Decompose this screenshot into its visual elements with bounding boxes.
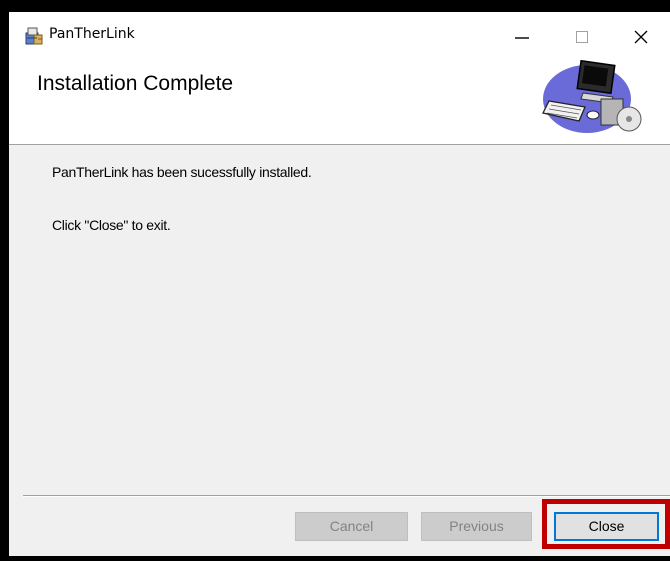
- installer-window: PanTherLink Installation Complete PanThe…: [9, 12, 670, 556]
- page-title: Installation Complete: [37, 72, 234, 95]
- cancel-button[interactable]: Cancel: [295, 512, 408, 541]
- footer-divider: [23, 495, 670, 497]
- computer-cd-icon: [539, 57, 645, 137]
- previous-button[interactable]: Previous: [421, 512, 532, 541]
- exit-instruction: Click "Close" to exit.: [52, 217, 171, 233]
- maximize-button[interactable]: [567, 22, 597, 52]
- minimize-icon: [515, 37, 529, 39]
- maximize-icon: [576, 31, 588, 43]
- window-title: PanTherLink: [49, 26, 135, 42]
- close-window-button[interactable]: [626, 22, 656, 52]
- minimize-button[interactable]: [507, 22, 537, 52]
- close-icon: [634, 30, 648, 44]
- installer-package-icon: [24, 26, 44, 46]
- title-bar[interactable]: PanTherLink: [9, 12, 670, 62]
- header-banner: Installation Complete: [9, 59, 670, 145]
- success-message: PanTherLink has been sucessfully install…: [52, 164, 312, 180]
- close-button[interactable]: Close: [554, 512, 659, 541]
